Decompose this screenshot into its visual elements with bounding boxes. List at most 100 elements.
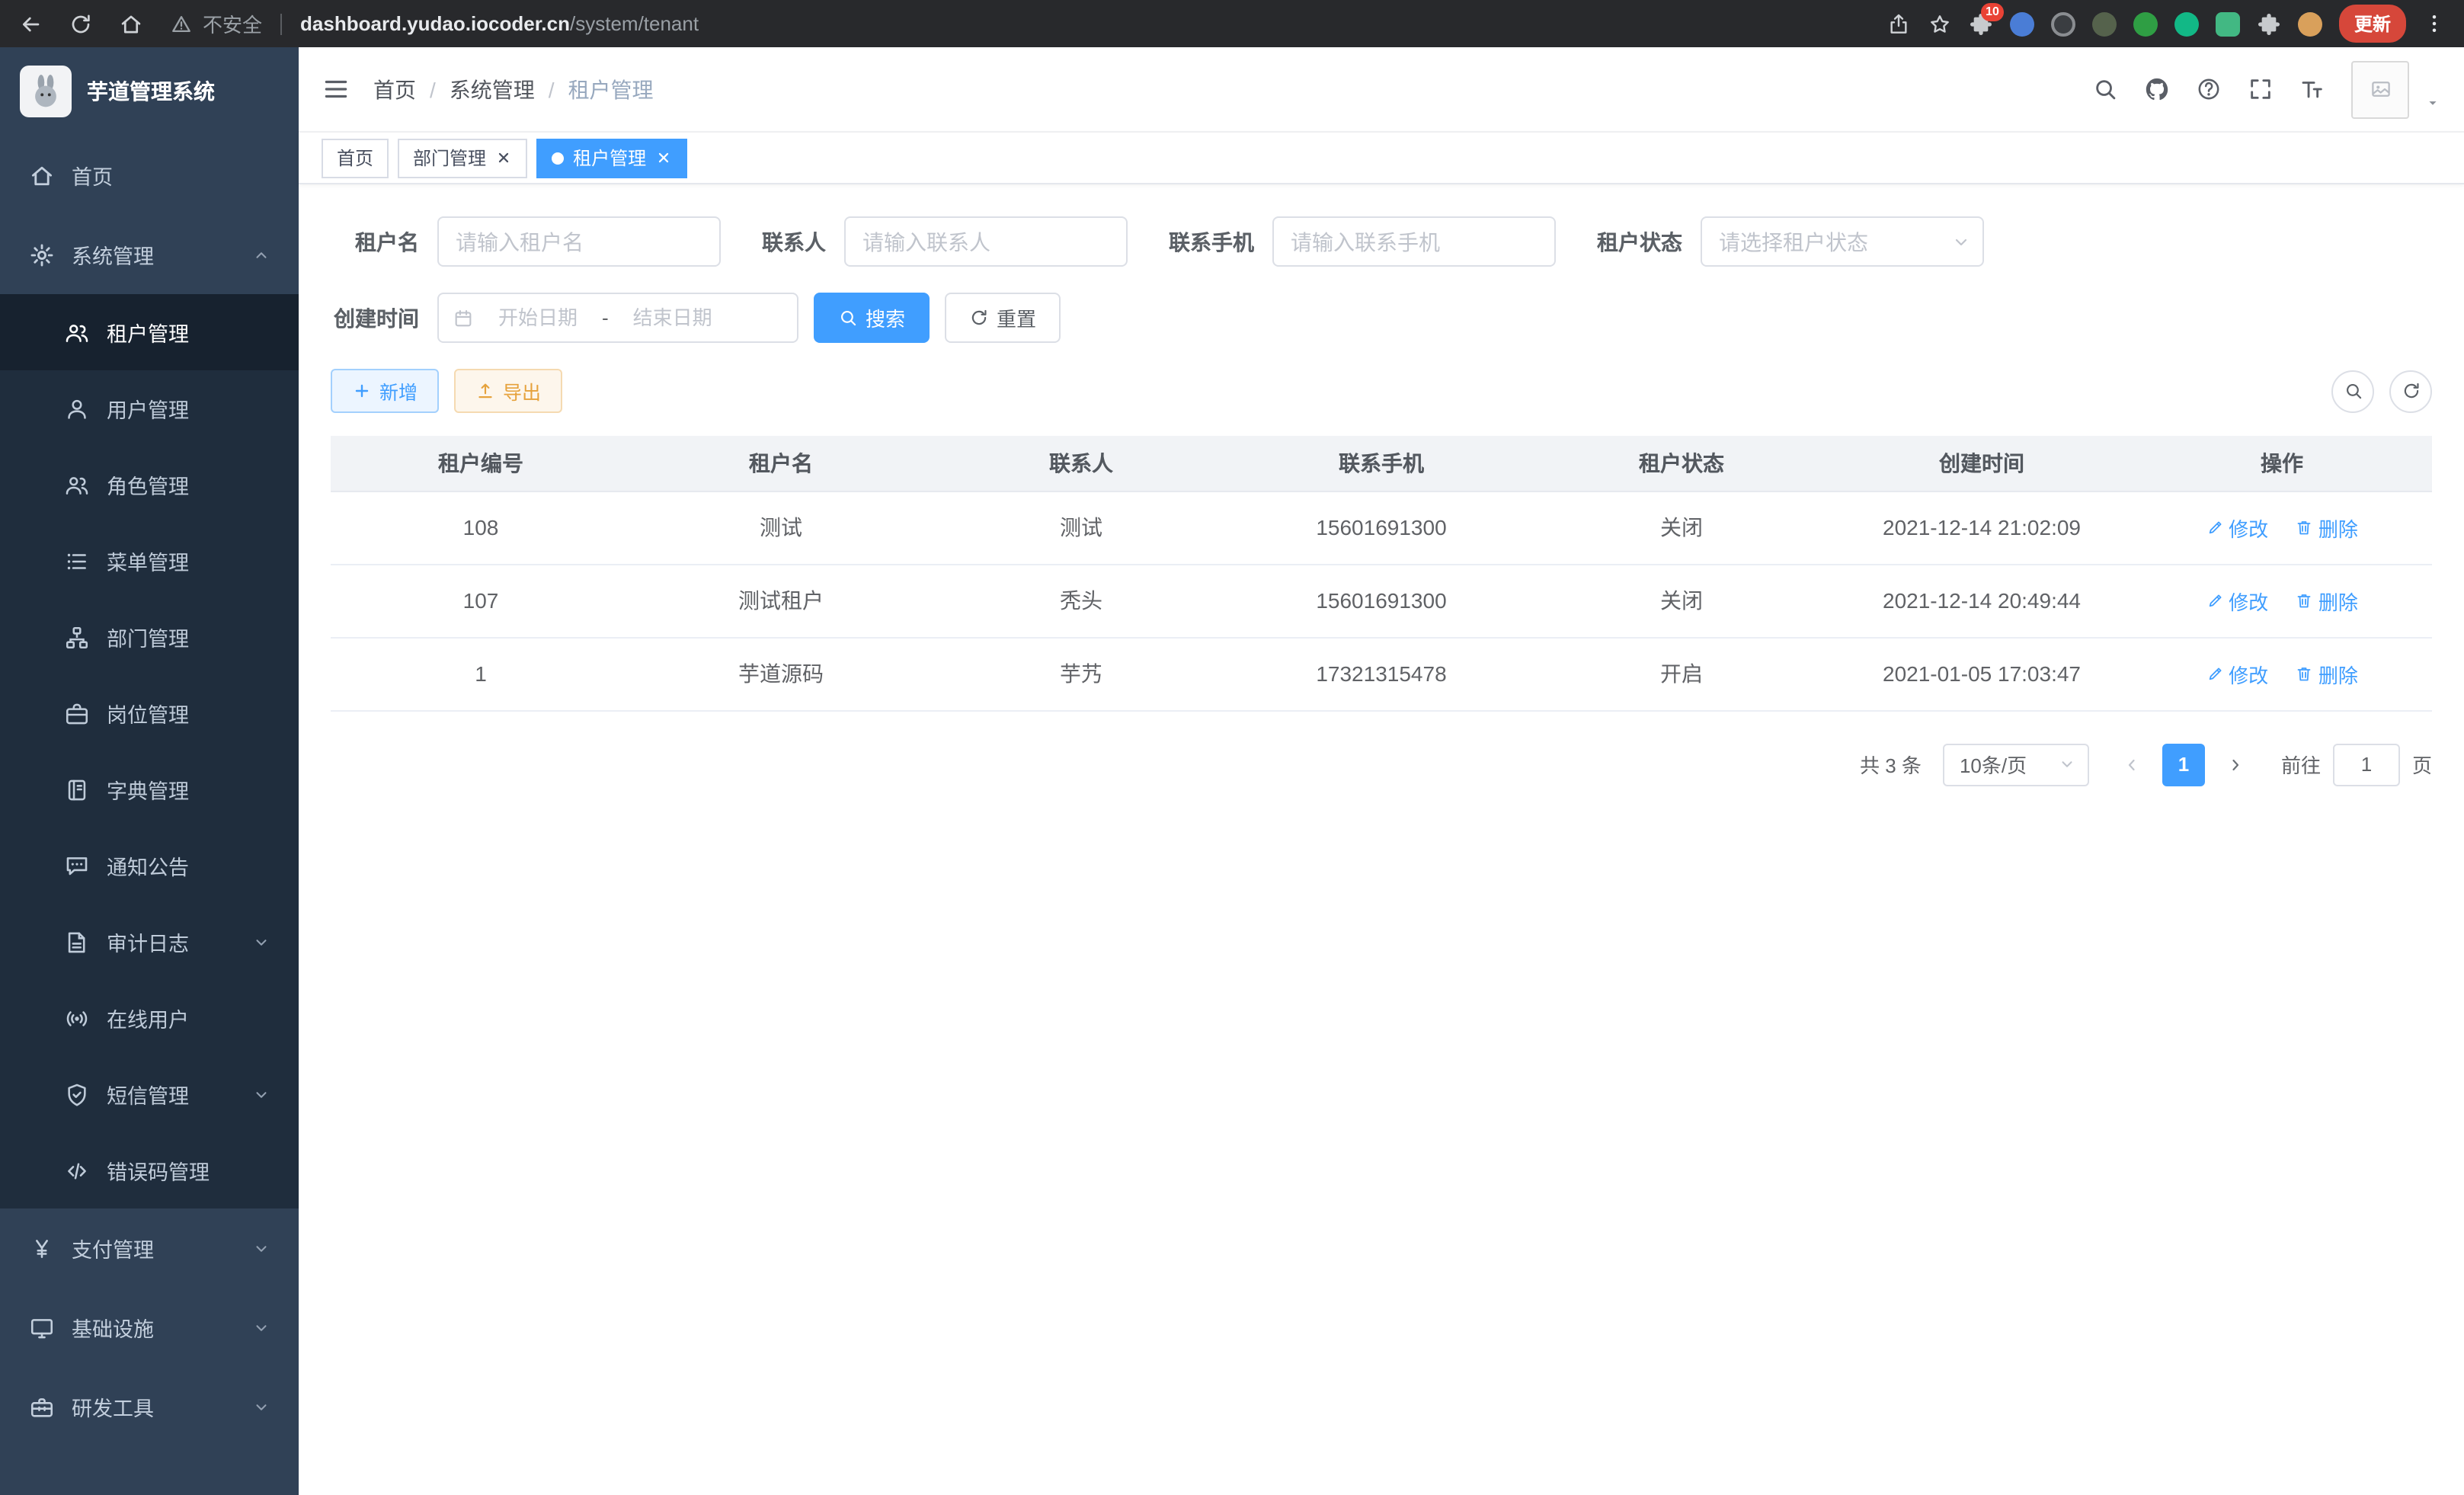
app-logo[interactable]: 芋道管理系统 xyxy=(0,47,299,136)
contact-input[interactable] xyxy=(844,216,1128,267)
url-domain: dashboard.yudao.iocoder.cn xyxy=(300,12,570,35)
breadcrumb-system[interactable]: 系统管理 xyxy=(450,74,535,104)
start-date-input[interactable] xyxy=(482,306,594,329)
toggle-search-button[interactable] xyxy=(2331,370,2374,412)
sidebar-item-notice[interactable]: 通知公告 xyxy=(0,828,299,904)
profile-avatar-icon[interactable] xyxy=(2298,11,2322,36)
tab-tenant[interactable]: 租户管理 xyxy=(536,138,687,178)
help-icon[interactable] xyxy=(2196,76,2222,102)
add-button-label: 新增 xyxy=(379,376,418,405)
sidebar-item-label: 在线用户 xyxy=(107,1003,189,1033)
address-bar[interactable]: 不安全 dashboard.yudao.iocoder.cn/system/te… xyxy=(171,9,1886,38)
tenant-name-label: 租户名 xyxy=(331,226,419,257)
chevron-down-icon xyxy=(253,1240,270,1257)
cell-status: 关闭 xyxy=(1531,564,1832,637)
fullscreen-icon[interactable] xyxy=(2248,76,2274,102)
sidebar-item-online-user[interactable]: 在线用户 xyxy=(0,980,299,1056)
sidebar-item-post[interactable]: 岗位管理 xyxy=(0,675,299,751)
sidebar-item-tenant[interactable]: 租户管理 xyxy=(0,294,299,370)
search-icon[interactable] xyxy=(2092,76,2118,102)
browser-menu-icon[interactable] xyxy=(2423,12,2446,35)
sidebar-item-audit-log[interactable]: 审计日志 xyxy=(0,904,299,980)
page-1-button[interactable]: 1 xyxy=(2162,743,2205,786)
logo-avatar xyxy=(20,66,72,117)
sidebar-item-devtools[interactable]: 研发工具 xyxy=(0,1367,299,1446)
tab-close-icon[interactable] xyxy=(655,149,672,166)
status-select-input[interactable] xyxy=(1701,216,1984,267)
share-icon[interactable] xyxy=(1886,11,1911,36)
extension-icon-5[interactable] xyxy=(2133,11,2158,36)
cell-created: 2021-12-14 20:49:44 xyxy=(1832,564,2132,637)
sidebar-item-dept[interactable]: 部门管理 xyxy=(0,599,299,675)
page-size-select[interactable]: 10条/页 xyxy=(1943,743,2089,786)
sidebar-menu: 首页 系统管理 租户管理 用户管理 xyxy=(0,136,299,1495)
prev-page-button[interactable] xyxy=(2110,743,2153,786)
delete-link[interactable]: 删除 xyxy=(2296,659,2358,688)
github-icon[interactable] xyxy=(2144,76,2170,102)
pagination-total: 共 3 条 xyxy=(1860,750,1922,779)
extension-icon-6[interactable] xyxy=(2174,11,2199,36)
sidebar-item-error-code[interactable]: 错误码管理 xyxy=(0,1132,299,1208)
browser-reload-icon[interactable] xyxy=(69,11,93,36)
sidebar-item-payment[interactable]: 支付管理 xyxy=(0,1208,299,1288)
phone-input[interactable] xyxy=(1272,216,1556,267)
export-icon xyxy=(475,381,495,401)
sidebar-item-infra[interactable]: 基础设施 xyxy=(0,1288,299,1367)
bookmark-star-icon[interactable] xyxy=(1928,11,1952,36)
browser-back-icon[interactable] xyxy=(18,11,43,36)
delete-link[interactable]: 删除 xyxy=(2296,586,2358,615)
edit-link[interactable]: 修改 xyxy=(2206,586,2268,615)
refresh-table-button[interactable] xyxy=(2389,370,2432,412)
cell-status: 关闭 xyxy=(1531,491,1832,564)
contact-label: 联系人 xyxy=(762,226,826,257)
sidebar-item-role[interactable]: 角色管理 xyxy=(0,447,299,523)
gear-icon xyxy=(29,242,55,267)
goto-page-input[interactable] xyxy=(2333,743,2400,786)
extensions-menu-icon[interactable] xyxy=(2257,11,2281,36)
goto-label: 前往 xyxy=(2281,750,2321,779)
create-time-range-picker[interactable]: - xyxy=(437,293,798,343)
browser-home-icon[interactable] xyxy=(119,11,143,36)
tenant-name-input[interactable] xyxy=(437,216,721,267)
avatar[interactable] xyxy=(2351,60,2409,118)
extension-icon-2[interactable] xyxy=(2010,11,2034,36)
delete-link[interactable]: 删除 xyxy=(2296,513,2358,542)
sidebar-item-label: 研发工具 xyxy=(72,1391,154,1422)
extension-icon-7[interactable] xyxy=(2216,11,2240,36)
edit-link[interactable]: 修改 xyxy=(2206,659,2268,688)
edit-link[interactable]: 修改 xyxy=(2206,513,2268,542)
tab-close-icon[interactable] xyxy=(495,149,512,166)
caret-down-icon[interactable] xyxy=(2424,94,2441,111)
extension-icon-3[interactable] xyxy=(2051,11,2075,36)
sidebar-item-label: 短信管理 xyxy=(107,1079,189,1109)
breadcrumb-home[interactable]: 首页 xyxy=(373,74,416,104)
sidebar-item-dict[interactable]: 字典管理 xyxy=(0,751,299,828)
add-button[interactable]: 新增 xyxy=(331,369,439,413)
users-icon xyxy=(64,472,90,498)
reset-button[interactable]: 重置 xyxy=(945,293,1061,343)
browser-update-button[interactable]: 更新 xyxy=(2339,5,2406,43)
status-select[interactable] xyxy=(1701,216,1984,267)
sidebar-item-menu[interactable]: 菜单管理 xyxy=(0,523,299,599)
edit-label: 修改 xyxy=(2229,586,2268,615)
sidebar-item-user[interactable]: 用户管理 xyxy=(0,370,299,447)
next-page-button[interactable] xyxy=(2214,743,2257,786)
export-button[interactable]: 导出 xyxy=(454,369,562,413)
sidebar-item-sms[interactable]: 短信管理 xyxy=(0,1056,299,1132)
end-date-input[interactable] xyxy=(616,306,729,329)
cell-created: 2021-01-05 17:03:47 xyxy=(1832,637,2132,710)
tab-home[interactable]: 首页 xyxy=(322,138,389,178)
sidebar-toggle-icon[interactable] xyxy=(322,75,350,104)
tab-dept[interactable]: 部门管理 xyxy=(398,138,527,178)
trash-icon xyxy=(2296,664,2314,683)
sidebar-item-system[interactable]: 系统管理 xyxy=(0,215,299,294)
font-size-icon[interactable] xyxy=(2299,76,2325,102)
tab-label: 租户管理 xyxy=(573,145,646,171)
search-button[interactable]: 搜索 xyxy=(814,293,930,343)
browser-toolbar: 不安全 dashboard.yudao.iocoder.cn/system/te… xyxy=(0,0,2464,47)
extension-icon-4[interactable] xyxy=(2092,11,2117,36)
table-row: 107 测试租户 秃头 15601691300 关闭 2021-12-14 20… xyxy=(331,564,2432,637)
security-label: 不安全 xyxy=(203,9,262,38)
sidebar-item-home[interactable]: 首页 xyxy=(0,136,299,215)
extension-icon-1[interactable]: 10 xyxy=(1969,11,1993,36)
